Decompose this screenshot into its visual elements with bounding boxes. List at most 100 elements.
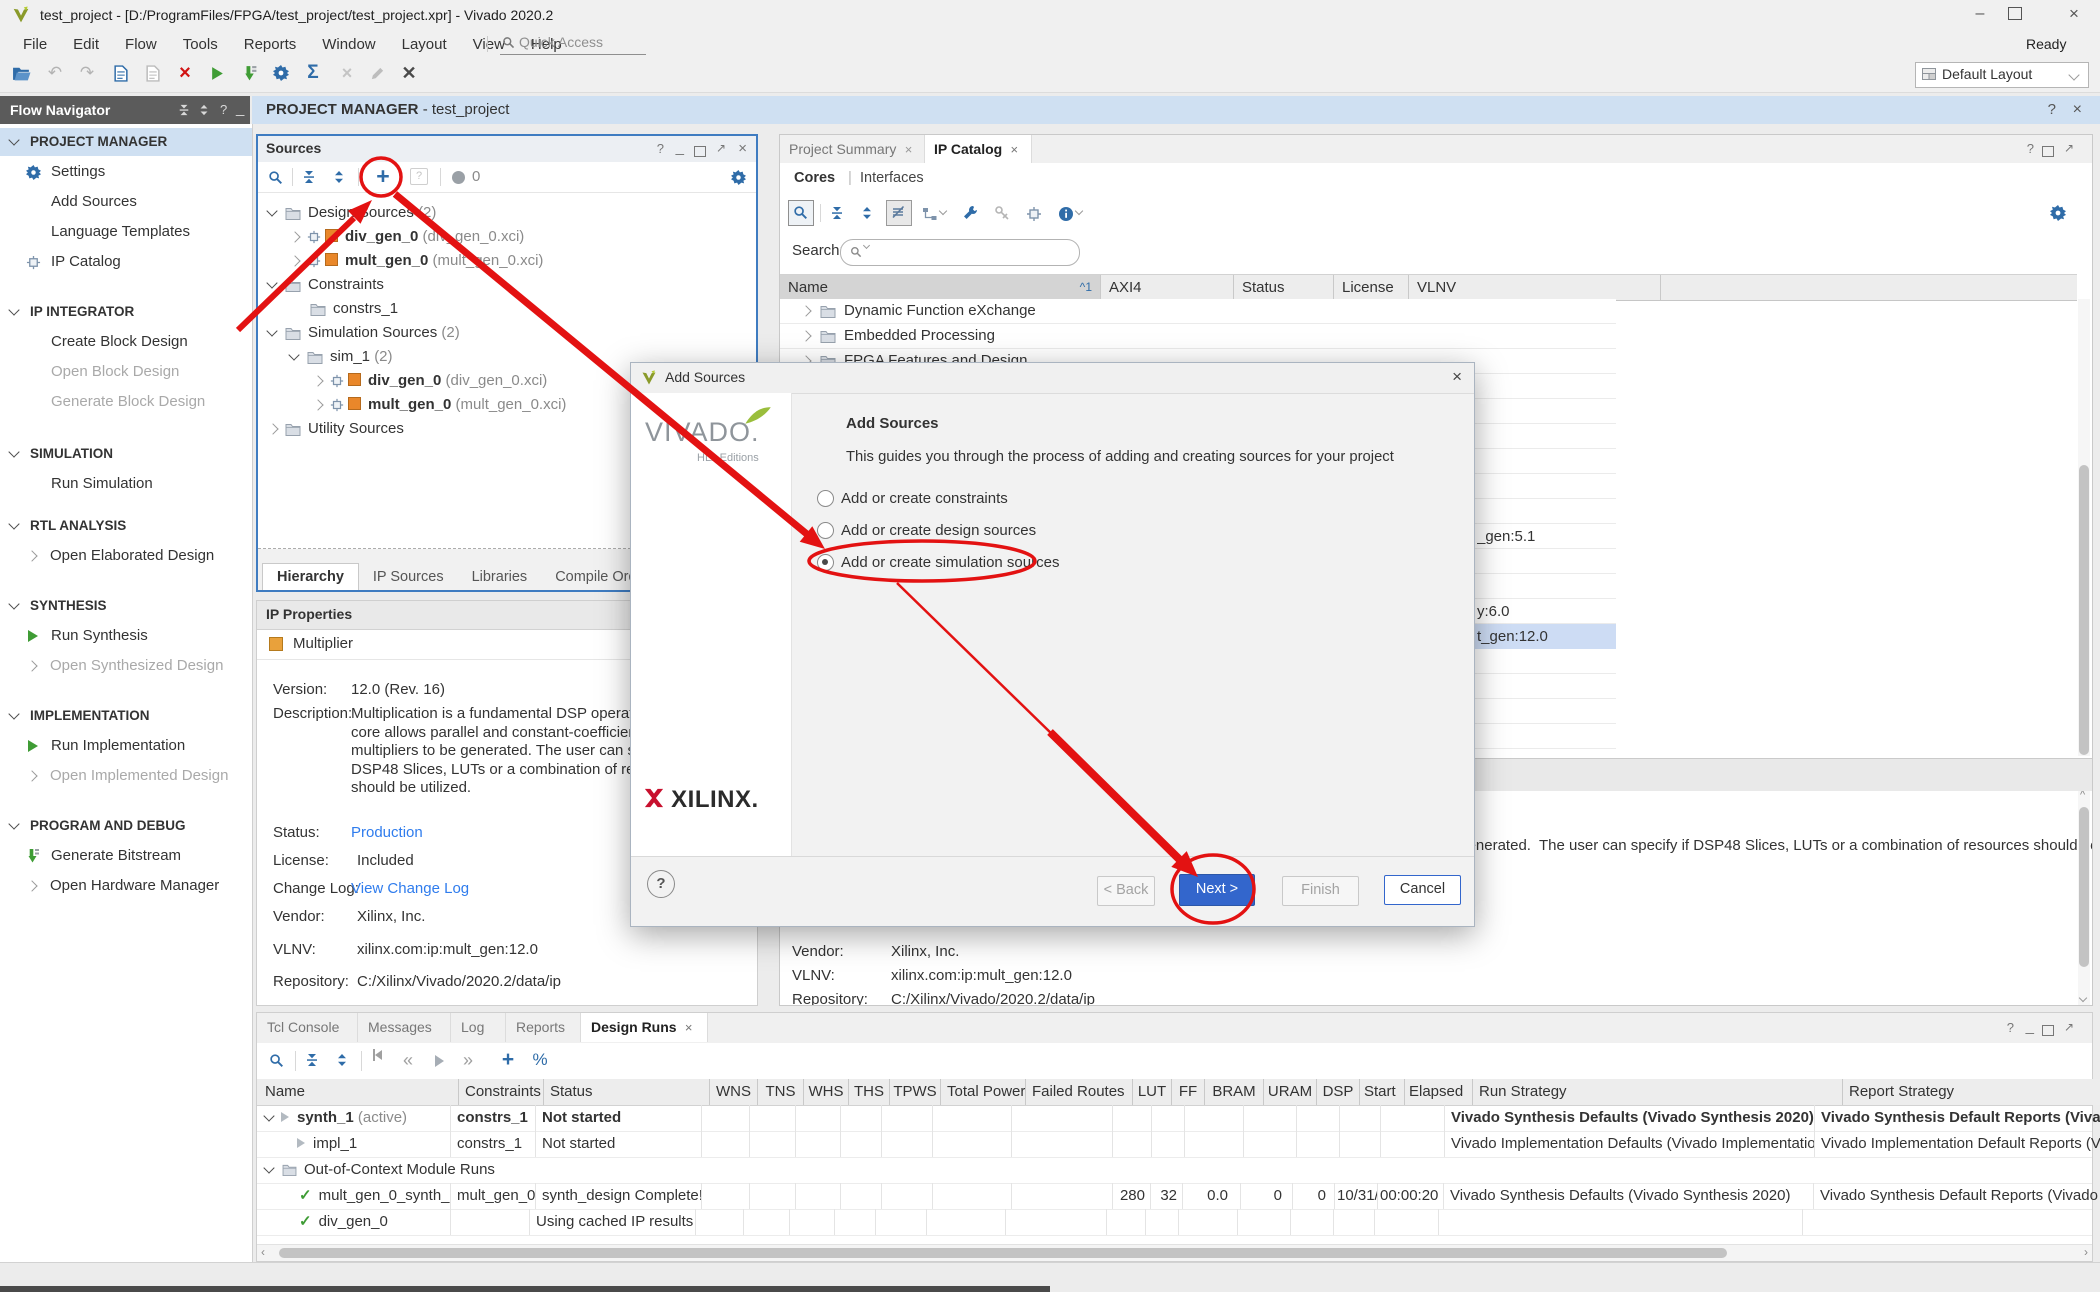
search-button[interactable]: [788, 200, 814, 226]
runs-row-mult-gen[interactable]: ✓mult_gen_0_synth_1 mult_gen_0 synth_des…: [257, 1183, 2092, 1210]
chevron-right-icon[interactable]: [289, 231, 300, 242]
sidebar-section-program-debug[interactable]: PROGRAM AND DEBUG: [0, 812, 252, 840]
quick-access-search[interactable]: Quick Access: [500, 32, 646, 55]
chevron-right-icon[interactable]: [800, 305, 811, 316]
close-icon[interactable]: ×: [2073, 96, 2082, 124]
help-icon[interactable]: ?: [220, 96, 227, 124]
sidebar-item-run-synthesis[interactable]: Run Synthesis: [0, 622, 252, 650]
next-button[interactable]: Next >: [1179, 874, 1255, 906]
undo-button[interactable]: ↶: [42, 58, 68, 88]
maximize-icon[interactable]: [2042, 1023, 2054, 1040]
dialog-help-button[interactable]: ?: [647, 870, 675, 898]
gear-icon[interactable]: [2050, 205, 2066, 221]
menu-item-reports[interactable]: Reports: [231, 36, 310, 53]
col-status[interactable]: Status: [544, 1079, 710, 1105]
tree-row-constraints[interactable]: Constraints: [258, 273, 756, 297]
chevron-down-icon[interactable]: [263, 1110, 274, 1121]
details-scrollbar[interactable]: ^: [2078, 791, 2090, 1005]
chevron-right-icon[interactable]: [312, 375, 323, 386]
col-failed-routes[interactable]: Failed Routes: [1026, 1079, 1133, 1105]
close-icon[interactable]: ×: [905, 142, 913, 157]
col-tns[interactable]: TNS: [758, 1079, 804, 1105]
sidebar-item-open-implemented-design[interactable]: Open Implemented Design: [0, 762, 252, 790]
settings-button[interactable]: [268, 58, 294, 88]
finish-button[interactable]: Finish: [1282, 876, 1359, 906]
search-icon[interactable]: [269, 1053, 284, 1068]
column-header-vlnv[interactable]: VLNV: [1409, 275, 1661, 300]
search-icon[interactable]: [268, 170, 283, 185]
help-icon[interactable]: ?: [2007, 1013, 2014, 1042]
scroll-up-icon[interactable]: ^: [2080, 791, 2085, 801]
sidebar-item-language-templates[interactable]: Language Templates: [0, 218, 252, 246]
col-ff[interactable]: FF: [1172, 1079, 1205, 1105]
column-header-name[interactable]: Name^1: [780, 275, 1101, 300]
col-total-power[interactable]: Total Power: [941, 1079, 1026, 1105]
sidebar-item-create-block-design[interactable]: Create Block Design: [0, 328, 252, 356]
close-icon[interactable]: ×: [1011, 142, 1019, 157]
radio-icon[interactable]: [817, 554, 834, 571]
runs-row-div-gen[interactable]: ✓div_gen_0 Using cached IP results: [257, 1209, 2092, 1236]
minimize-icon[interactable]: _: [676, 136, 684, 159]
scrollbar-thumb[interactable]: [2079, 807, 2089, 967]
float-icon[interactable]: ↗: [2064, 1013, 2074, 1042]
chevron-right-icon[interactable]: [267, 423, 278, 434]
col-elapsed[interactable]: Elapsed: [1405, 1079, 1473, 1105]
float-icon[interactable]: ↗: [716, 136, 726, 161]
first-run-button[interactable]: [373, 1047, 382, 1064]
back-button[interactable]: < Back: [1097, 876, 1155, 906]
col-report-strategy[interactable]: Report Strategy: [1843, 1079, 2100, 1105]
filter-toggle-button[interactable]: [886, 200, 912, 226]
column-header-license[interactable]: License: [1334, 275, 1409, 300]
sidebar-item-open-hardware-manager[interactable]: Open Hardware Manager: [0, 872, 252, 900]
close-icon[interactable]: ×: [685, 1020, 693, 1035]
sum-button[interactable]: Σ: [300, 58, 326, 88]
tab-messages[interactable]: Messages: [358, 1013, 451, 1042]
catalog-row-embedded[interactable]: Embedded Processing: [780, 324, 1616, 349]
maximize-button[interactable]: [2008, 7, 2022, 24]
help-icon[interactable]: ?: [2048, 96, 2056, 124]
title-bar[interactable]: test_project - [D:/ProgramFiles/FPGA/tes…: [0, 0, 2100, 31]
col-name[interactable]: Name: [257, 1079, 459, 1105]
tab-tcl-console[interactable]: Tcl Console: [257, 1013, 358, 1042]
col-dsp[interactable]: DSP: [1317, 1079, 1360, 1105]
chevron-right-icon[interactable]: [312, 399, 323, 410]
status-link[interactable]: Production: [351, 824, 423, 841]
chevron-right-icon[interactable]: [800, 330, 811, 341]
open-project-button[interactable]: [8, 58, 34, 88]
col-start[interactable]: Start: [1360, 1079, 1405, 1105]
col-tpws[interactable]: TPWS: [890, 1079, 941, 1105]
change-log-link[interactable]: View Change Log: [351, 880, 469, 897]
tab-log[interactable]: Log: [451, 1013, 506, 1042]
sidebar-item-open-block-design[interactable]: Open Block Design: [0, 358, 252, 386]
info-button[interactable]: [1058, 205, 1082, 222]
chevron-down-icon[interactable]: [266, 325, 277, 336]
catalog-scrollbar[interactable]: [2078, 299, 2090, 756]
minimize-button[interactable]: –: [1962, 0, 1998, 28]
clear-button[interactable]: ×: [334, 58, 360, 88]
col-lut[interactable]: LUT: [1133, 1079, 1172, 1105]
cancel-run-button[interactable]: ✕: [396, 58, 422, 88]
expand-all-icon[interactable]: [860, 206, 874, 220]
scroll-down-icon[interactable]: [2080, 988, 2086, 1005]
col-bram[interactable]: BRAM: [1205, 1079, 1264, 1105]
sidebar-section-ip-integrator[interactable]: IP INTEGRATOR: [0, 298, 252, 326]
tab-libraries[interactable]: Libraries: [458, 564, 542, 590]
tree-row-constrs-1[interactable]: constrs_1: [258, 297, 756, 321]
sidebar-item-settings[interactable]: Settings: [0, 158, 252, 186]
scroll-right-icon[interactable]: ›: [2084, 1245, 2088, 1260]
sidebar-section-rtl-analysis[interactable]: RTL ANALYSIS: [0, 512, 252, 540]
tab-ip-sources[interactable]: IP Sources: [359, 564, 458, 590]
sidebar-item-generate-block-design[interactable]: Generate Block Design: [0, 388, 252, 416]
chevron-down-icon[interactable]: [263, 1162, 274, 1173]
menu-item-tools[interactable]: Tools: [170, 36, 231, 53]
sidebar-item-ip-catalog[interactable]: IP Catalog: [0, 248, 252, 276]
col-ths[interactable]: THS: [849, 1079, 890, 1105]
expand-all-icon[interactable]: [332, 170, 346, 184]
col-wns[interactable]: WNS: [710, 1079, 758, 1105]
catalog-row-dfx[interactable]: Dynamic Function eXchange: [780, 299, 1616, 324]
license-key-icon[interactable]: [994, 205, 1010, 221]
sidebar-item-run-implementation[interactable]: Run Implementation: [0, 732, 252, 760]
minimize-panel-icon[interactable]: _: [236, 96, 244, 122]
prev-run-button[interactable]: «: [403, 1043, 413, 1077]
scrollbar-thumb[interactable]: [2079, 465, 2089, 755]
